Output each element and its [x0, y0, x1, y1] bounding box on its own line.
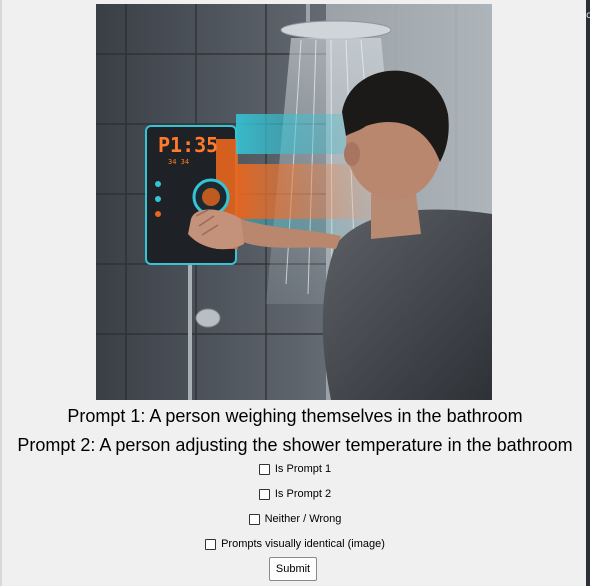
visually-identical-label: Prompts visually identical (image) [221, 538, 385, 550]
panel-sub-readout: 34 34 [168, 158, 189, 166]
neither-wrong-option[interactable]: Neither / Wrong [248, 511, 342, 527]
prompt-2-text: Prompt 2: A person adjusting the shower … [17, 435, 573, 455]
is-prompt-1-label: Is Prompt 1 [274, 463, 332, 475]
option-row-is-prompt-2: Is Prompt 2 [0, 486, 590, 502]
app-window: or [0, 0, 590, 586]
option-row-is-prompt-1: Is Prompt 1 [0, 461, 590, 477]
generated-image: P1:35 34 34 [96, 4, 492, 400]
option-row-neither: Neither / Wrong [0, 511, 590, 527]
right-edge-text: or [586, 10, 590, 21]
submit-button[interactable]: Submit [269, 557, 317, 581]
is-prompt-2-label: Is Prompt 2 [274, 488, 332, 500]
is-prompt-2-option[interactable]: Is Prompt 2 [258, 486, 332, 502]
visually-identical-checkbox[interactable] [205, 538, 217, 550]
panel-readout: P1:35 [158, 133, 218, 157]
is-prompt-1-option[interactable]: Is Prompt 1 [258, 461, 332, 477]
option-row-identical: Prompts visually identical (image) [0, 536, 590, 552]
prompt-1-text: Prompt 1: A person weighing themselves i… [67, 406, 523, 426]
neither-wrong-checkbox[interactable] [248, 513, 260, 525]
neither-wrong-label: Neither / Wrong [264, 513, 342, 525]
visually-identical-option[interactable]: Prompts visually identical (image) [205, 536, 385, 552]
is-prompt-2-checkbox[interactable] [258, 488, 270, 500]
is-prompt-1-checkbox[interactable] [258, 463, 270, 475]
